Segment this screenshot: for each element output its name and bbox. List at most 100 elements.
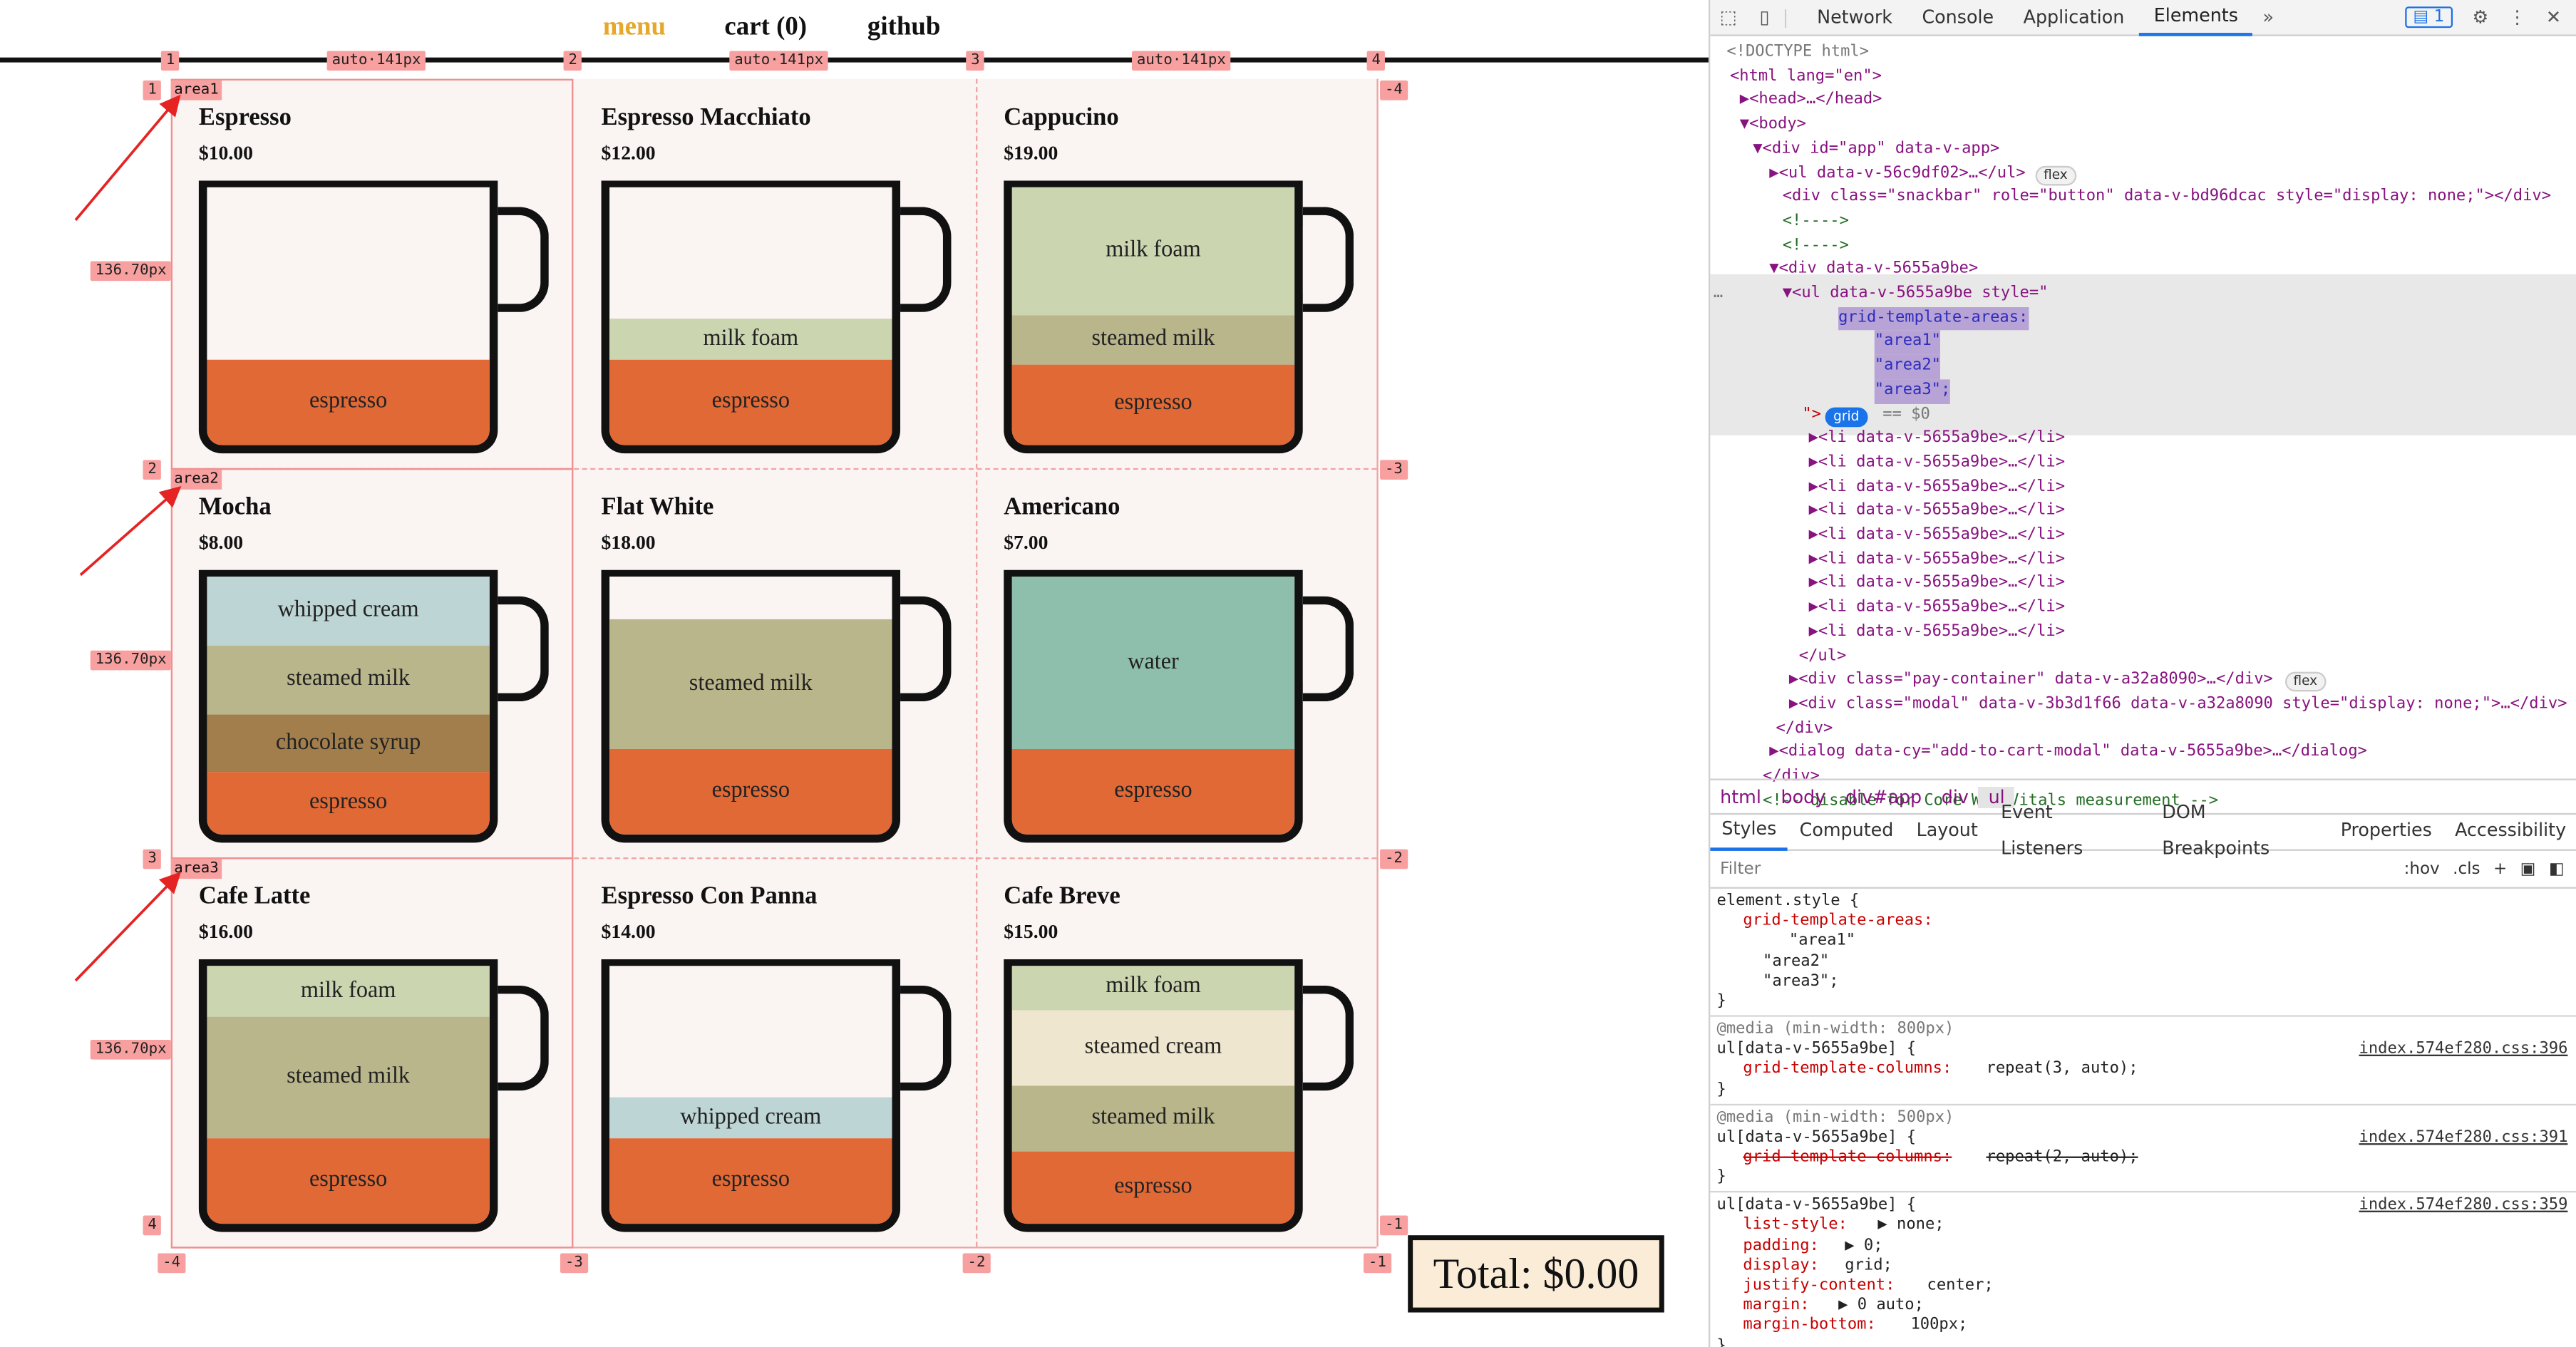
breadcrumb-item[interactable]: div#app xyxy=(1835,786,1932,807)
dom-node[interactable]: ▶<li data-v-5655a9be>…</li> xyxy=(1809,524,2065,548)
css-selector[interactable]: ul[data-v-5655a9be] { xyxy=(1717,1040,1917,1060)
styles-subtab[interactable]: Properties xyxy=(2329,813,2443,850)
css-selector[interactable]: ul[data-v-5655a9be] { xyxy=(1717,1196,1917,1216)
dom-node[interactable]: ▼<body> xyxy=(1740,113,1806,138)
filter-tool-button[interactable]: :hov xyxy=(2404,860,2440,878)
dom-node[interactable]: ▶<ul data-v-56c9df02>…</ul> xyxy=(1769,162,2025,186)
dom-node[interactable]: ▶<li data-v-5655a9be>…</li> xyxy=(1809,621,2065,645)
menu-card[interactable]: Americano $7.00 water espresso xyxy=(976,468,1370,846)
menu-card[interactable]: Espresso $10.00 espresso xyxy=(171,79,565,457)
tab-application[interactable]: Application xyxy=(2009,0,2139,34)
styles-subtab[interactable]: Layout xyxy=(1905,813,1989,850)
dom-node[interactable]: ▶<li data-v-5655a9be>…</li> xyxy=(1809,548,2065,572)
tab-network[interactable]: Network xyxy=(1802,0,1907,34)
css-property[interactable]: margin: xyxy=(1743,1296,1809,1316)
dom-node[interactable]: grid-template-areas: xyxy=(1838,306,2029,331)
dom-node[interactable]: ▶<dialog data-cy="add-to-cart-modal" dat… xyxy=(1769,741,2367,765)
nav-cart-link[interactable]: cart (0) xyxy=(724,13,807,42)
css-source-link[interactable]: index.574ef280.css:359 xyxy=(2359,1196,2568,1216)
dom-node[interactable]: <!DOCTYPE html> xyxy=(1726,41,1869,66)
grid-badge[interactable]: grid xyxy=(1825,406,1867,427)
dom-node[interactable]: ▼<div data-v-5655a9be> xyxy=(1769,259,1978,283)
menu-card[interactable]: Cafe Breve $15.00 milk foam steamed cream st… xyxy=(976,857,1370,1235)
dom-node[interactable]: <html lang="en"> xyxy=(1730,65,1882,89)
flex-badge[interactable]: flex xyxy=(2284,672,2326,692)
menu-card[interactable]: Espresso Con Panna $14.00 whipped cream esp… xyxy=(573,857,967,1235)
dom-node[interactable]: ▶<div class="modal" data-v-3b3d1f66 data… xyxy=(1789,693,2567,717)
coffee-cup[interactable]: milk foam steamed milk espresso xyxy=(198,959,498,1232)
filter-input[interactable]: Filter xyxy=(1710,860,1761,878)
dom-node[interactable]: ▶<div class="pay-container" data-v-a32a8… xyxy=(1789,669,2273,693)
dom-node[interactable]: "area2" xyxy=(1874,355,1941,379)
dom-node[interactable]: ▶<li data-v-5655a9be>…</li> xyxy=(1809,428,2065,452)
dom-node[interactable]: </ul> xyxy=(1799,645,1847,669)
styles-subtab[interactable]: Computed xyxy=(1788,813,1905,850)
css-value[interactable]: ▶ none; xyxy=(1877,1216,1944,1236)
styles-subtab[interactable]: Accessibility xyxy=(2443,813,2576,850)
dom-node[interactable]: "area3"; xyxy=(1874,378,1951,403)
menu-card[interactable]: Cafe Latte $16.00 milk foam steamed milk esp… xyxy=(171,857,565,1235)
tab-elements[interactable]: Elements xyxy=(2139,0,2253,36)
css-value[interactable]: "area1" xyxy=(1789,932,1855,952)
css-property[interactable]: margin-bottom: xyxy=(1743,1316,1875,1336)
coffee-cup[interactable]: steamed milk espresso xyxy=(601,569,901,843)
css-source-link[interactable]: index.574ef280.css:396 xyxy=(2359,1040,2568,1060)
css-property[interactable]: grid-template-areas: xyxy=(1743,912,1932,932)
flex-badge[interactable]: flex xyxy=(2035,165,2076,185)
dom-node[interactable]: ▶<li data-v-5655a9be>…</li> xyxy=(1809,572,2065,597)
breadcrumb-item[interactable]: div xyxy=(1932,786,1979,807)
css-property[interactable]: padding: xyxy=(1743,1237,1819,1256)
coffee-cup[interactable]: whipped cream steamed milk chocolate syrup… xyxy=(198,569,498,843)
css-property[interactable]: grid-template-columns: xyxy=(1743,1060,1952,1080)
css-selector[interactable]: ul[data-v-5655a9be] { xyxy=(1717,1128,1917,1148)
dom-node[interactable]: <div class="snackbar" role="button" data… xyxy=(1783,186,2551,210)
sidebar-toggle-icon[interactable]: ◧ xyxy=(2549,860,2565,878)
nav-menu-link[interactable]: menu xyxy=(603,13,666,42)
coffee-cup[interactable]: milk foam steamed cream steamed milk espres… xyxy=(1004,959,1303,1232)
menu-card[interactable]: Cappucino $19.00 milk foam steamed milk espr… xyxy=(976,79,1370,457)
breadcrumb-item[interactable]: body xyxy=(1771,786,1835,807)
coffee-cup[interactable]: milk foam steamed milk espresso xyxy=(1004,180,1303,454)
dom-node[interactable]: ▶<li data-v-5655a9be>…</li> xyxy=(1809,452,2065,476)
more-options-icon[interactable]: ⋮ xyxy=(2508,6,2526,28)
menu-card[interactable]: Flat White $18.00 steamed milk espresso xyxy=(573,468,967,846)
dom-node[interactable]: "area1" xyxy=(1874,331,1941,356)
css-value[interactable]: grid; xyxy=(1845,1256,1892,1276)
css-selector[interactable]: element.style { xyxy=(1717,892,1860,912)
more-tabs-icon[interactable]: » xyxy=(2253,6,2284,28)
css-property[interactable]: justify-content: xyxy=(1743,1276,1895,1296)
css-value[interactable]: ▶ 0 auto; xyxy=(1838,1296,1924,1316)
tab-console[interactable]: Console xyxy=(1907,0,2009,34)
css-value[interactable]: 100px; xyxy=(1910,1316,1967,1336)
css-property[interactable]: list-style: xyxy=(1743,1216,1847,1236)
css-property[interactable]: grid-template-columns: xyxy=(1743,1148,1952,1168)
dom-node[interactable]: ▶<li data-v-5655a9be>…</li> xyxy=(1809,500,2065,524)
coffee-cup[interactable]: whipped cream espresso xyxy=(601,959,901,1232)
css-value[interactable]: repeat(2, auto); xyxy=(1987,1148,2138,1168)
dom-node[interactable]: ▼<ul data-v-5655a9be style=" xyxy=(1783,282,2049,306)
css-source-link[interactable]: index.574ef280.css:391 xyxy=(2359,1128,2568,1148)
inspect-element-icon[interactable]: ⬚ xyxy=(1710,6,1746,28)
dom-node[interactable]: <!----> xyxy=(1783,234,1849,259)
dom-node[interactable]: </div> xyxy=(1776,717,1833,741)
issues-badge[interactable]: ▤ 1 xyxy=(2404,6,2453,29)
coffee-cup[interactable]: milk foam espresso xyxy=(601,180,901,454)
render-toggle-icon[interactable]: ▣ xyxy=(2520,860,2536,878)
css-value[interactable]: ▶ 0; xyxy=(1845,1237,1882,1256)
node-actions-icon[interactable]: … xyxy=(1714,282,1723,306)
css-value[interactable]: repeat(3, auto); xyxy=(1987,1060,2138,1080)
device-toolbar-icon[interactable]: ▯ xyxy=(1746,6,1783,28)
dom-node[interactable]: ▶<head>…</head> xyxy=(1740,89,1882,113)
styles-subtab[interactable]: Styles xyxy=(1710,812,1788,851)
close-icon[interactable]: ✕ xyxy=(2546,6,2561,28)
menu-card[interactable]: Espresso Macchiato $12.00 milk foam espress… xyxy=(573,79,967,457)
coffee-cup[interactable]: water espresso xyxy=(1004,569,1303,843)
breadcrumb-item[interactable]: html xyxy=(1710,786,1771,807)
dom-node[interactable]: ▶<li data-v-5655a9be>…</li> xyxy=(1809,597,2065,621)
css-value[interactable]: "area2" xyxy=(1763,952,1829,972)
dom-node[interactable]: ▶<li data-v-5655a9be>…</li> xyxy=(1809,475,2065,500)
settings-gear-icon[interactable]: ⚙ xyxy=(2473,6,2489,28)
nav-github-link[interactable]: github xyxy=(867,13,940,42)
css-property[interactable]: display: xyxy=(1743,1256,1819,1276)
dom-node[interactable]: "> xyxy=(1802,403,1821,428)
